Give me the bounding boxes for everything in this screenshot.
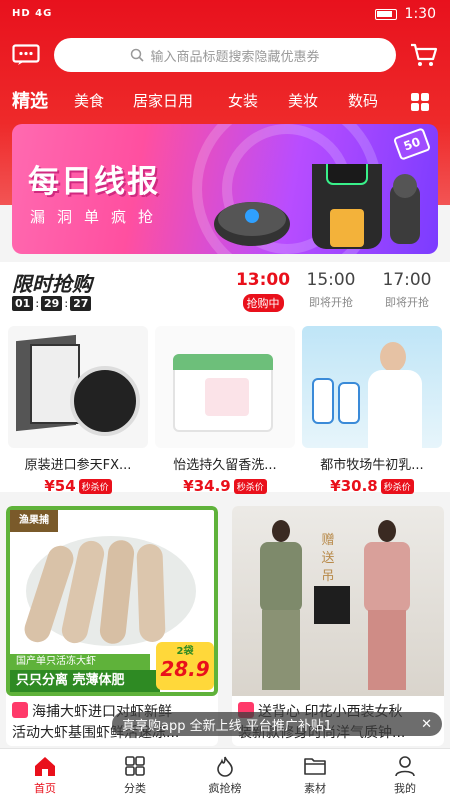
price-tag: 秒杀价 — [380, 478, 414, 494]
flash-sale-section: 限时抢购 01: 29: 27 13:00 抢购中 15:00 即将开抢 17:… — [0, 262, 450, 495]
tab-ranking[interactable]: 疯抢榜 — [180, 749, 270, 800]
product-image — [8, 326, 148, 448]
tab-profile[interactable]: 我的 — [360, 749, 450, 800]
flash-sale-title: 限时抢购 — [12, 272, 92, 296]
status-bar: HD 4G 1:30 — [0, 0, 450, 30]
feed-card-suit[interactable]: 赠送吊带 送背心 印花小西装女秋 装新款修身时尚洋气质钟... — [232, 506, 444, 746]
tab-category[interactable]: 分类 — [90, 749, 180, 800]
app-root: HD 4G 1:30 输入商品标题搜索隐藏优惠券 精选 美食 居家日用 女装 美… — [0, 0, 450, 800]
flame-icon — [217, 756, 233, 777]
product-image — [155, 326, 295, 448]
flash-product-1[interactable]: 怡选持久留香洗... ¥34.9 秒杀价 — [155, 326, 295, 495]
promo-label-1: 国产单只活冻大虾 — [10, 654, 150, 670]
promo-toast[interactable]: 真享购app 全新上线 平台推广补贴1 ✕ — [112, 712, 442, 736]
search-input[interactable]: 输入商品标题搜索隐藏优惠券 — [54, 38, 396, 72]
category-tab-0[interactable]: 精选 — [12, 87, 48, 113]
time-slot-2[interactable]: 17:00 即将开抢 — [372, 270, 442, 310]
quantity-label: 2袋 — [176, 646, 194, 657]
feed-card-shrimp[interactable]: 渔果捕 国产单只活冻大虾 只只分离 壳薄体肥 2袋 28.9 海捕大虾进口对虾新… — [6, 506, 218, 746]
appliance-illustration — [214, 164, 420, 249]
grid-menu-icon[interactable] — [410, 92, 430, 112]
countdown-timer: 01: 29: 27 — [12, 296, 92, 311]
carrier-signal: HD 4G — [12, 8, 53, 19]
toast-text: 真享购app 全新上线 平台推广补贴1 — [122, 718, 333, 734]
countdown-hours: 01 — [12, 296, 34, 311]
product-name: 都市牧场牛初乳... — [320, 458, 424, 473]
tmall-icon — [12, 702, 28, 718]
home-icon — [35, 757, 55, 776]
image-price: 28.9 — [160, 657, 210, 681]
product-image — [302, 326, 442, 448]
cart-icon[interactable] — [410, 42, 438, 68]
status-time: 1:30 — [404, 6, 436, 22]
category-tab-5[interactable]: 数码 — [348, 90, 378, 111]
search-icon — [131, 48, 145, 62]
time-slot-1[interactable]: 15:00 即将开抢 — [296, 270, 366, 310]
product-name: 怡选持久留香洗... — [173, 458, 277, 473]
countdown-seconds: 27 — [70, 296, 92, 311]
product-price: ¥34.9 — [183, 477, 231, 495]
category-tab-2[interactable]: 居家日用 — [133, 90, 193, 111]
banner-title: 每日线报 — [28, 164, 160, 200]
user-icon — [395, 756, 415, 777]
product-name: 原装进口参天FX... — [24, 458, 132, 473]
search-placeholder: 输入商品标题搜索隐藏优惠券 — [150, 49, 320, 65]
flash-product-2[interactable]: 都市牧场牛初乳... ¥30.8 秒杀价 — [302, 326, 442, 495]
price-tag: 秒杀价 — [78, 478, 112, 494]
promo-banner[interactable]: 每日线报 漏洞单疯抢 50 — [12, 124, 438, 254]
product-price: ¥54 — [44, 477, 76, 495]
time-slot-0[interactable]: 13:00 抢购中 — [228, 270, 298, 312]
category-tab-1[interactable]: 美食 — [74, 90, 104, 111]
folder-icon — [304, 758, 326, 775]
category-tab-4[interactable]: 美妆 — [288, 90, 318, 111]
category-tab-3[interactable]: 女装 — [228, 90, 258, 111]
search-row: 输入商品标题搜索隐藏优惠券 — [0, 36, 450, 76]
brand-label: 渔果捕 — [10, 510, 58, 532]
product-image: 赠送吊带 — [232, 506, 444, 696]
tab-materials[interactable]: 素材 — [270, 749, 360, 800]
countdown-minutes: 29 — [41, 296, 63, 311]
tab-home[interactable]: 首页 — [0, 749, 90, 800]
product-price: ¥30.8 — [330, 477, 378, 495]
battery-icon — [374, 8, 397, 20]
price-tag: 秒杀价 — [233, 478, 267, 494]
message-icon[interactable] — [12, 44, 40, 66]
category-nav: 精选 美食 居家日用 女装 美妆 数码 — [0, 86, 450, 118]
product-image: 渔果捕 国产单只活冻大虾 只只分离 壳薄体肥 2袋 28.9 — [6, 506, 218, 696]
banner-badge: 50 — [392, 127, 432, 161]
flash-product-0[interactable]: 原装进口参天FX... ¥54 秒杀价 — [8, 326, 148, 495]
close-icon[interactable]: ✕ — [421, 717, 432, 732]
bottom-tab-bar: 首页 分类 疯抢榜 素材 我的 — [0, 748, 450, 800]
banner-subtitle: 漏洞单疯抢 — [30, 208, 166, 226]
promo-label-2: 只只分离 壳薄体肥 — [10, 670, 160, 692]
category-icon — [125, 756, 145, 776]
